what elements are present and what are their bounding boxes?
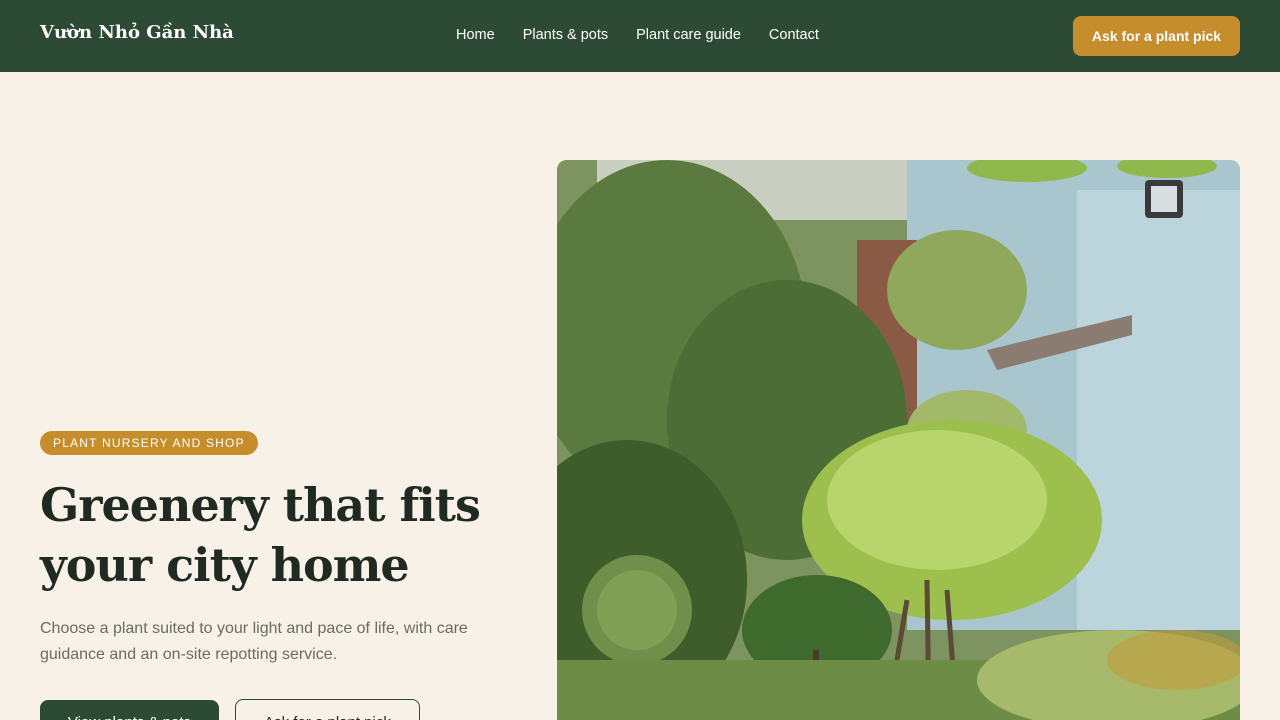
- nav-link-care-guide[interactable]: Plant care guide: [636, 27, 741, 43]
- category-badge: PLANT NURSERY AND SHOP: [40, 431, 258, 455]
- view-plants-button[interactable]: View plants & pots: [40, 700, 219, 720]
- hero-garden-photo: [557, 160, 1240, 720]
- header-cta-button[interactable]: Ask for a plant pick: [1073, 16, 1240, 56]
- hero-subtitle: Choose a plant suited to your light and …: [40, 620, 468, 663]
- hero-title: Greenery that fits your city home: [40, 478, 481, 592]
- brand-logo[interactable]: Vườn Nhỏ Gần Nhà: [40, 22, 234, 43]
- nav-link-plants-pots[interactable]: Plants & pots: [523, 27, 608, 43]
- nav-link-contact[interactable]: Contact: [769, 27, 819, 43]
- ask-plant-pick-button[interactable]: Ask for a plant pick: [235, 699, 420, 720]
- main-nav: Home Plants & pots Plant care guide Cont…: [456, 27, 819, 43]
- nav-link-home[interactable]: Home: [456, 27, 495, 43]
- site-header: Vườn Nhỏ Gần Nhà Home Plants & pots Plan…: [0, 0, 1280, 72]
